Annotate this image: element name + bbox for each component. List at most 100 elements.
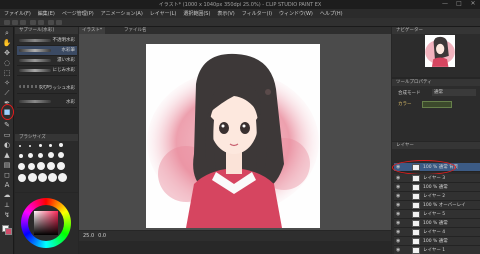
menu-view[interactable]: 表示(V): [217, 10, 234, 17]
fill-icon[interactable]: ▲: [2, 151, 12, 160]
eye-icon[interactable]: ◉: [396, 176, 401, 181]
menu-filter[interactable]: フィルター(I): [242, 10, 272, 17]
ruler-icon[interactable]: ⟂: [2, 201, 12, 210]
move-icon[interactable]: ✥: [2, 49, 12, 58]
zoom-icon[interactable]: ⌕: [2, 29, 12, 38]
eye-icon[interactable]: ◉: [396, 221, 401, 226]
shape-icon[interactable]: ◻: [2, 171, 12, 180]
correct-line-icon[interactable]: ↯: [2, 211, 12, 220]
main-color-swatch[interactable]: [5, 228, 12, 235]
brush-size-option[interactable]: [38, 153, 43, 158]
menu-bar: ファイル(F) 編集(E) ページ管理(P) アニメーション(A) レイヤー(L…: [0, 9, 480, 18]
menu-animation[interactable]: アニメーション(A): [101, 10, 143, 17]
undo-icon[interactable]: [30, 20, 36, 25]
eye-icon[interactable]: ◉: [396, 230, 401, 235]
color-mode-label: カラー: [398, 102, 412, 107]
balloon-icon[interactable]: ☁: [2, 191, 12, 200]
brush-item[interactable]: 濃い水彩: [17, 56, 77, 66]
eraser-icon[interactable]: ▭: [2, 131, 12, 140]
layer-name: 100 % 通常: [423, 185, 448, 190]
menu-help[interactable]: ヘルプ(H): [320, 10, 343, 17]
transform-icon[interactable]: [56, 20, 62, 25]
close-button[interactable]: ✕: [466, 0, 480, 9]
brush-size-option[interactable]: [58, 173, 67, 182]
brush-size-option[interactable]: [48, 173, 57, 182]
text-icon[interactable]: A: [2, 181, 12, 190]
menu-edit[interactable]: 編集(E): [38, 10, 55, 17]
brush-size-option[interactable]: [48, 152, 54, 158]
layer-name: 100 % オーバーレイ: [423, 203, 466, 208]
brush-size-option[interactable]: [19, 145, 21, 147]
menu-file[interactable]: ファイル(F): [4, 10, 31, 17]
eye-icon[interactable]: ◉: [396, 194, 401, 199]
layer-row[interactable]: ◉ 100 % 通常: [394, 237, 480, 246]
menu-layer[interactable]: レイヤー(L): [150, 10, 177, 17]
navigator-thumbnail[interactable]: [425, 35, 455, 67]
rotation-value[interactable]: 0.0: [98, 233, 106, 239]
maximize-button[interactable]: □: [452, 0, 466, 9]
open-file-icon[interactable]: [12, 20, 18, 25]
brush-item[interactable]: 水彩: [17, 96, 77, 108]
eye-icon[interactable]: ◉: [396, 185, 401, 190]
blend-mode-select[interactable]: 通常: [432, 89, 476, 96]
lasso-icon[interactable]: ◌: [2, 59, 12, 68]
layer-row[interactable]: ◉ レイヤー 3: [394, 174, 480, 183]
brush-size-option[interactable]: [58, 152, 64, 158]
brush-size-option[interactable]: [19, 154, 23, 158]
brush-item[interactable]: にじみ水彩: [17, 66, 77, 76]
clear-icon[interactable]: [48, 20, 54, 25]
layer-thumbnail: [412, 202, 420, 209]
brush-size-option[interactable]: [47, 162, 55, 170]
menu-select[interactable]: 選択範囲(S): [183, 10, 210, 17]
eye-icon[interactable]: ◉: [396, 212, 401, 217]
brush-item-selected[interactable]: 水彩筆: [17, 46, 77, 56]
layer-row[interactable]: ◉ レイヤー 5: [394, 210, 480, 219]
layer-row[interactable]: ◉ 100 % オーバーレイ: [394, 201, 480, 210]
brush-label: 水彩: [66, 100, 75, 105]
eyedropper-icon[interactable]: ⟋: [2, 89, 12, 98]
brush-size-option[interactable]: [49, 144, 52, 147]
brush-item[interactable]: スプラッシュ水彩: [17, 80, 77, 94]
bottom-toolbar: [79, 241, 391, 254]
blend-icon[interactable]: ◐: [2, 141, 12, 150]
brush-size-option[interactable]: [28, 153, 33, 158]
brush-size-option[interactable]: [18, 163, 25, 170]
menu-window[interactable]: ウィンドウ(W): [279, 10, 313, 17]
tab-file[interactable]: ファイル名: [121, 27, 150, 34]
menu-page[interactable]: ページ管理(P): [62, 10, 94, 17]
gradient-icon[interactable]: ▤: [2, 161, 12, 170]
brush-size-option[interactable]: [29, 145, 31, 147]
illustration: [147, 53, 319, 228]
hand-icon[interactable]: ✋: [2, 39, 12, 48]
eye-icon[interactable]: ◉: [396, 248, 401, 253]
layer-row[interactable]: ◉ レイヤー 4: [394, 228, 480, 237]
brush-size-option[interactable]: [28, 163, 35, 170]
canvas-artboard[interactable]: [146, 44, 320, 228]
select-icon[interactable]: ⬚: [2, 69, 12, 78]
zoom-value[interactable]: 25.0: [83, 233, 94, 239]
brush-size-option[interactable]: [38, 173, 47, 182]
wand-icon[interactable]: ✧: [2, 79, 12, 88]
brush-item[interactable]: 不透明水彩: [17, 36, 77, 46]
color-wheel[interactable]: [21, 198, 71, 248]
brush-size-option[interactable]: [28, 173, 37, 182]
brush-size-option[interactable]: [57, 162, 65, 170]
tab-illustration[interactable]: イラスト*: [79, 27, 106, 34]
eye-icon[interactable]: ◉: [396, 239, 401, 244]
brush-size-option[interactable]: [59, 143, 63, 147]
layer-row[interactable]: ◉ レイヤー 1: [394, 246, 480, 254]
saturation-square[interactable]: [34, 211, 58, 235]
minimize-button[interactable]: —: [438, 0, 452, 9]
brush-size-option[interactable]: [37, 162, 45, 170]
redo-icon[interactable]: [38, 20, 44, 25]
brush-size-option[interactable]: [18, 174, 26, 182]
new-file-icon[interactable]: [4, 20, 10, 25]
color-mode-button[interactable]: [422, 101, 452, 108]
layer-row[interactable]: ◉ 100 % 通常: [394, 219, 480, 228]
eye-icon[interactable]: ◉: [396, 203, 401, 208]
save-icon[interactable]: [20, 20, 26, 25]
layer-row[interactable]: ◉ レイヤー 2: [394, 192, 480, 201]
brush-size-option[interactable]: [39, 144, 42, 147]
airbrush-icon[interactable]: ✎: [2, 121, 12, 130]
layer-row[interactable]: ◉ 100 % 通常: [394, 183, 480, 192]
